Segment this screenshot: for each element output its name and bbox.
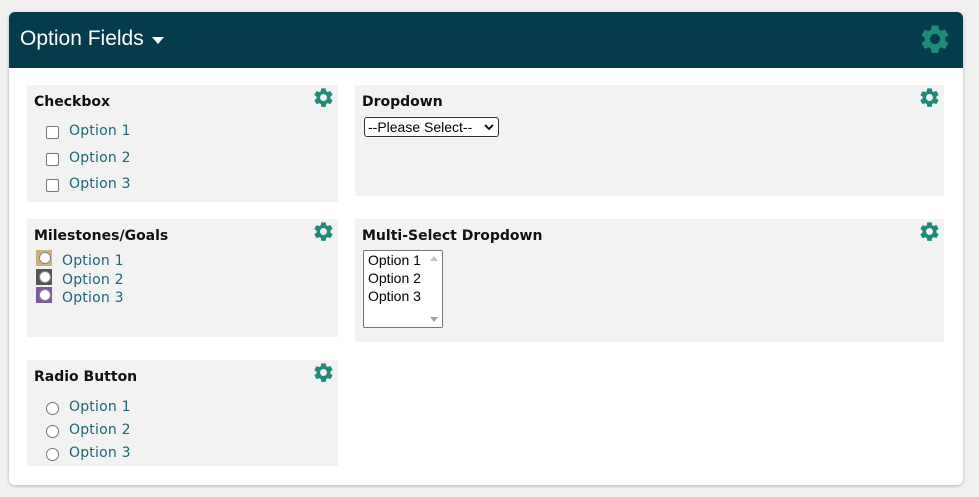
gear-icon[interactable] <box>918 22 952 56</box>
select-value: --Please Select-- <box>368 119 473 135</box>
milestone-circle-icon <box>39 252 51 264</box>
caret-down-icon[interactable] <box>152 37 164 44</box>
gear-icon[interactable] <box>918 220 941 243</box>
option-label[interactable]: Option 2 <box>69 422 131 438</box>
gear-icon[interactable] <box>918 86 941 109</box>
milestone-marker[interactable] <box>36 269 52 285</box>
radio-button[interactable] <box>46 425 59 438</box>
option-label[interactable]: Option 2 <box>69 150 131 166</box>
multiselect-panel: Multi-Select Dropdown Option 1 Option 2 … <box>355 219 944 342</box>
scroll-down-icon[interactable] <box>430 317 438 322</box>
card-header: Option Fields <box>9 12 963 68</box>
dropdown-select[interactable]: --Please Select-- <box>364 117 499 137</box>
dropdown-panel: Dropdown --Please Select-- <box>355 85 944 196</box>
radio-button[interactable] <box>46 448 59 461</box>
milestone-marker[interactable] <box>36 250 52 266</box>
milestones-panel: Milestones/Goals Option 1 Option 2 Optio… <box>27 219 338 337</box>
checkbox[interactable] <box>46 126 59 139</box>
checkbox[interactable] <box>46 153 59 166</box>
milestone-circle-icon <box>39 289 51 301</box>
scrollbar[interactable] <box>426 251 442 327</box>
gear-icon[interactable] <box>312 361 335 384</box>
listbox-option[interactable]: Option 1 <box>368 252 421 268</box>
multiselect-listbox[interactable]: Option 1 Option 2 Option 3 <box>363 250 443 328</box>
checkbox[interactable] <box>46 179 59 192</box>
milestone-marker[interactable] <box>36 287 52 303</box>
listbox-option[interactable]: Option 2 <box>368 270 421 286</box>
option-label[interactable]: Option 1 <box>69 399 131 415</box>
gear-icon[interactable] <box>312 86 335 109</box>
checkbox-panel: Checkbox Option 1 Option 2 Option 3 <box>27 85 338 202</box>
panel-title: Checkbox <box>34 94 111 110</box>
radio-panel: Radio Button Option 1 Option 2 Option 3 <box>27 360 338 466</box>
panel-title: Multi-Select Dropdown <box>362 228 543 244</box>
option-fields-card: Option Fields Checkbox Option 1 Option 2… <box>9 12 963 485</box>
listbox-option[interactable]: Option 3 <box>368 288 421 304</box>
option-label[interactable]: Option 1 <box>62 253 124 269</box>
gear-icon[interactable] <box>312 220 335 243</box>
option-label[interactable]: Option 1 <box>69 123 131 139</box>
scroll-up-icon[interactable] <box>430 256 438 261</box>
option-label[interactable]: Option 2 <box>62 272 124 288</box>
milestone-circle-icon <box>39 271 51 283</box>
chevron-down-icon <box>484 124 494 131</box>
radio-button[interactable] <box>46 402 59 415</box>
option-label[interactable]: Option 3 <box>62 290 124 306</box>
option-label[interactable]: Option 3 <box>69 176 131 192</box>
panel-title: Radio Button <box>34 369 138 385</box>
panel-title: Dropdown <box>362 94 443 110</box>
page-title[interactable]: Option Fields <box>20 27 144 51</box>
panel-title: Milestones/Goals <box>34 228 169 244</box>
option-label[interactable]: Option 3 <box>69 445 131 461</box>
